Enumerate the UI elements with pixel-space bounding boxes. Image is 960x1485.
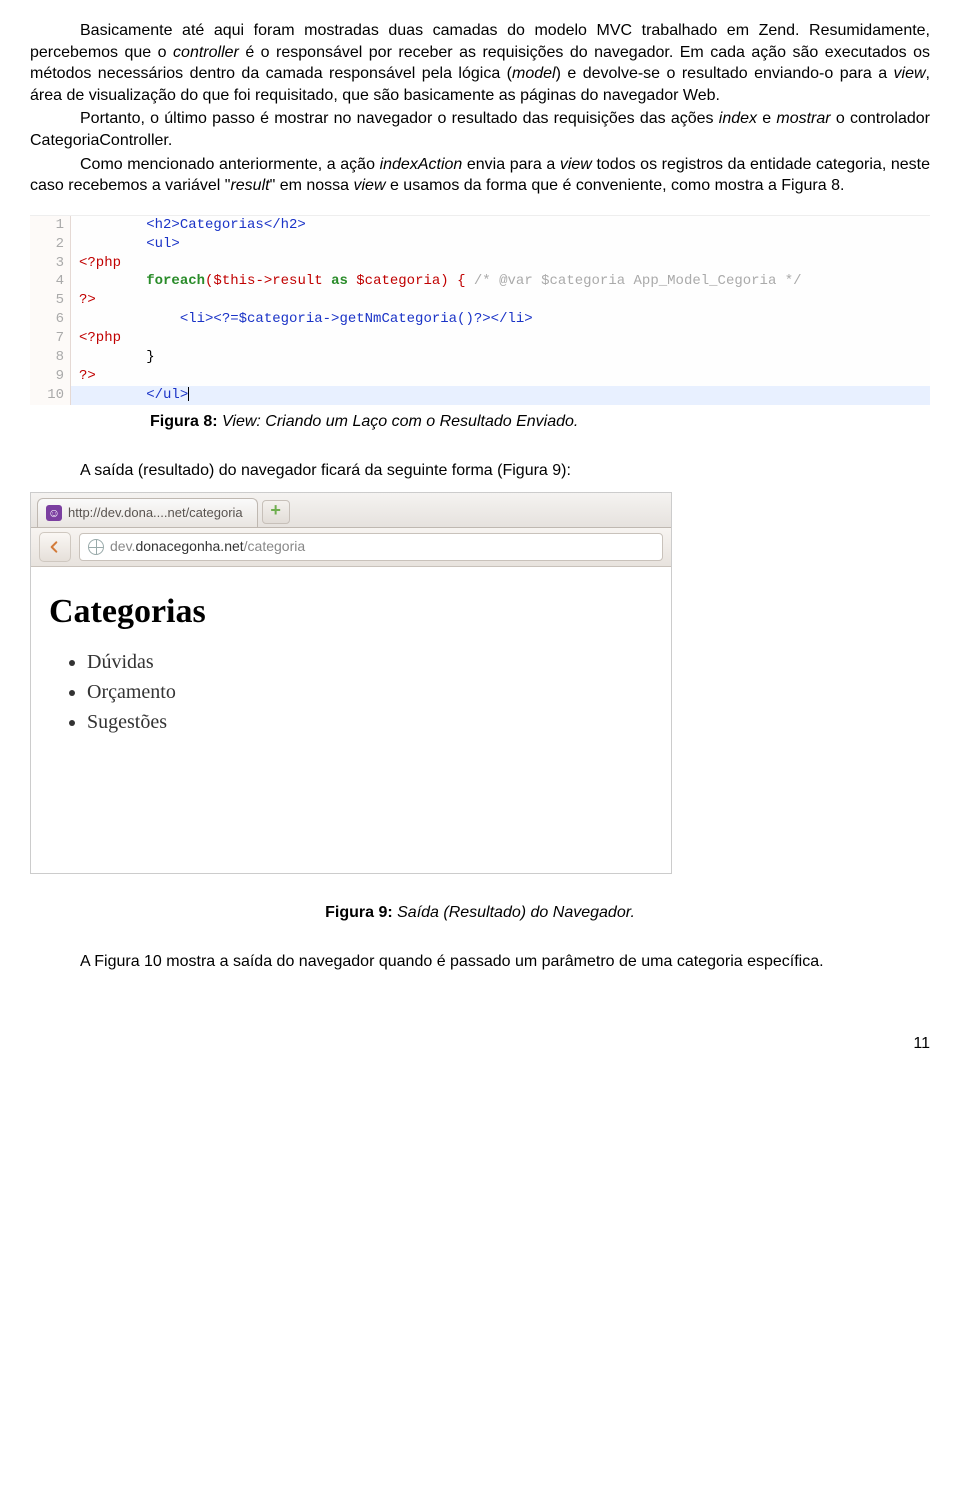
code-line: foreach($this->result as $categoria) { /… (71, 272, 930, 291)
text: ) e devolve-se o resultado enviando-o pa… (556, 65, 894, 82)
caption-text: Saída (Resultado) do Navegador. (393, 904, 635, 921)
line-number: 1 (30, 216, 71, 235)
back-button[interactable] (39, 532, 71, 562)
code-line: ?> (71, 291, 930, 310)
figure-9-caption: Figura 9: Saída (Resultado) do Navegador… (30, 902, 930, 924)
text-italic: view (894, 65, 926, 82)
tab-title: http://dev.dona....net/categoria (68, 504, 243, 522)
line-number: 9 (30, 367, 71, 386)
page-number: 11 (30, 1033, 930, 1055)
text: " em nossa (270, 177, 354, 194)
text-italic: controller (173, 44, 239, 61)
paragraph-5: A Figura 10 mostra a saída do navegador … (30, 951, 930, 973)
caption-text: View: Criando um Laço com o Resultado En… (218, 413, 579, 430)
line-number: 2 (30, 235, 71, 254)
code-line: </ul> (71, 386, 930, 405)
text-italic: index (719, 110, 757, 127)
code-line: } (71, 348, 930, 367)
page-heading: Categorias (49, 589, 653, 635)
paragraph-1: Basicamente até aqui foram mostradas dua… (30, 20, 930, 106)
figure-8-caption: Figura 8: View: Criando um Laço com o Re… (150, 411, 930, 433)
code-line: <?php (71, 329, 930, 348)
arrow-left-icon (47, 539, 63, 555)
code-line: ?> (71, 367, 930, 386)
caption-label: Figura 8: (150, 413, 218, 430)
line-number: 6 (30, 310, 71, 329)
text-italic: indexAction (380, 156, 463, 173)
url-text: dev.donacegonha.net/categoria (110, 537, 305, 556)
text: Como mencionado anteriormente, a ação (80, 156, 380, 173)
paragraph-3: Como mencionado anteriormente, a ação in… (30, 154, 930, 197)
line-number: 8 (30, 348, 71, 367)
browser-tab[interactable]: ☺ http://dev.dona....net/categoria (37, 498, 258, 527)
text-italic: result (230, 177, 269, 194)
tab-strip: ☺ http://dev.dona....net/categoria + (31, 493, 671, 528)
paragraph-4: A saída (resultado) do navegador ficará … (30, 460, 930, 482)
nav-toolbar: dev.donacegonha.net/categoria (31, 528, 671, 567)
text-italic: model (512, 65, 556, 82)
globe-icon (88, 539, 104, 555)
new-tab-button[interactable]: + (262, 500, 290, 524)
list-item: Dúvidas (87, 649, 653, 676)
line-number: 3 (30, 254, 71, 273)
code-line: <h2>Categorias</h2> (71, 216, 930, 235)
text: e (757, 110, 776, 127)
category-list: Dúvidas Orçamento Sugestões (69, 649, 653, 736)
text-italic: mostrar (776, 110, 830, 127)
url-bar[interactable]: dev.donacegonha.net/categoria (79, 533, 663, 561)
text: envia para a (462, 156, 560, 173)
line-number: 5 (30, 291, 71, 310)
line-number: 10 (30, 386, 71, 405)
rendered-page: Categorias Dúvidas Orçamento Sugestões (31, 567, 671, 873)
code-line: <li><?=$categoria->getNmCategoria()?></l… (71, 310, 930, 329)
text: Portanto, o último passo é mostrar no na… (80, 110, 719, 127)
text: e usamos da forma que é conveniente, com… (386, 177, 845, 194)
text-italic: view (354, 177, 386, 194)
favicon-icon: ☺ (46, 505, 62, 521)
browser-window: ☺ http://dev.dona....net/categoria + dev… (30, 492, 672, 874)
line-number: 7 (30, 329, 71, 348)
paragraph-2: Portanto, o último passo é mostrar no na… (30, 108, 930, 151)
line-number: 4 (30, 272, 71, 291)
code-line: <?php (71, 254, 930, 273)
caption-label: Figura 9: (325, 904, 393, 921)
code-editor-figure: 1 <h2>Categorias</h2> 2 <ul> 3 <?php 4 f… (30, 215, 930, 405)
text-cursor-icon (188, 387, 189, 401)
code-line: <ul> (71, 235, 930, 254)
list-item: Sugestões (87, 709, 653, 736)
text-italic: view (560, 156, 592, 173)
list-item: Orçamento (87, 679, 653, 706)
